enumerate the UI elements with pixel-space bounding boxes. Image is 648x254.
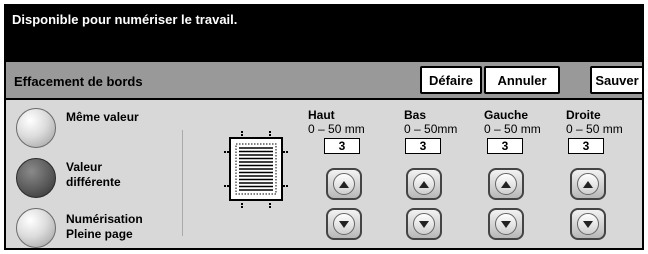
edge-erase-screen: Disponible pour numériser le travail. Ef… xyxy=(4,4,644,250)
bottom-edge-range: 0 – 50mm xyxy=(404,122,458,136)
arrow-down-icon xyxy=(501,220,511,228)
bottom-edge-value[interactable]: 3 xyxy=(405,138,441,154)
arrow-up-icon xyxy=(501,180,511,188)
top-edge-label: Haut xyxy=(308,108,335,122)
status-message: Disponible pour numériser le travail. xyxy=(12,12,238,27)
right-edge-decrease-button[interactable] xyxy=(570,208,606,240)
bottom-edge-decrease-button[interactable] xyxy=(406,208,442,240)
arrow-up-icon xyxy=(583,180,593,188)
arrow-up-icon xyxy=(419,180,429,188)
page-edge-diagram-icon xyxy=(224,131,288,208)
same-value-label: Même valeur xyxy=(66,110,139,124)
arrow-down-icon xyxy=(583,220,593,228)
save-button[interactable]: Sauver xyxy=(590,66,642,94)
feature-header: Effacement de bords Défaire Annuler Sauv… xyxy=(6,62,642,100)
right-edge-increase-button[interactable] xyxy=(570,168,606,200)
top-edge-increase-button[interactable] xyxy=(326,168,362,200)
top-edge-value[interactable]: 3 xyxy=(324,138,360,154)
cancel-button[interactable]: Annuler xyxy=(484,66,560,94)
arrow-down-icon xyxy=(339,220,349,228)
full-page-scan-radio[interactable] xyxy=(16,208,56,248)
options-panel: Même valeur Valeur différente Numérisati… xyxy=(6,100,642,248)
arrow-up-icon xyxy=(339,180,349,188)
left-edge-decrease-button[interactable] xyxy=(488,208,524,240)
right-edge-label: Droite xyxy=(566,108,601,122)
undo-button[interactable]: Défaire xyxy=(420,66,482,94)
right-edge-value[interactable]: 3 xyxy=(568,138,604,154)
feature-title: Effacement de bords xyxy=(14,74,143,89)
left-edge-value[interactable]: 3 xyxy=(487,138,523,154)
different-value-radio[interactable] xyxy=(16,158,56,198)
top-edge-decrease-button[interactable] xyxy=(326,208,362,240)
left-edge-range: 0 – 50 mm xyxy=(484,122,541,136)
full-page-scan-label: Numérisation Pleine page xyxy=(66,212,143,241)
top-edge-range: 0 – 50 mm xyxy=(308,122,365,136)
arrow-down-icon xyxy=(419,220,429,228)
different-value-label: Valeur différente xyxy=(66,160,121,189)
panel-divider xyxy=(182,130,183,236)
status-bar: Disponible pour numériser le travail. xyxy=(6,6,642,62)
bottom-edge-label: Bas xyxy=(404,108,427,122)
right-edge-range: 0 – 50 mm xyxy=(566,122,623,136)
same-value-radio[interactable] xyxy=(16,108,56,148)
left-edge-increase-button[interactable] xyxy=(488,168,524,200)
left-edge-label: Gauche xyxy=(484,108,529,122)
bottom-edge-increase-button[interactable] xyxy=(406,168,442,200)
